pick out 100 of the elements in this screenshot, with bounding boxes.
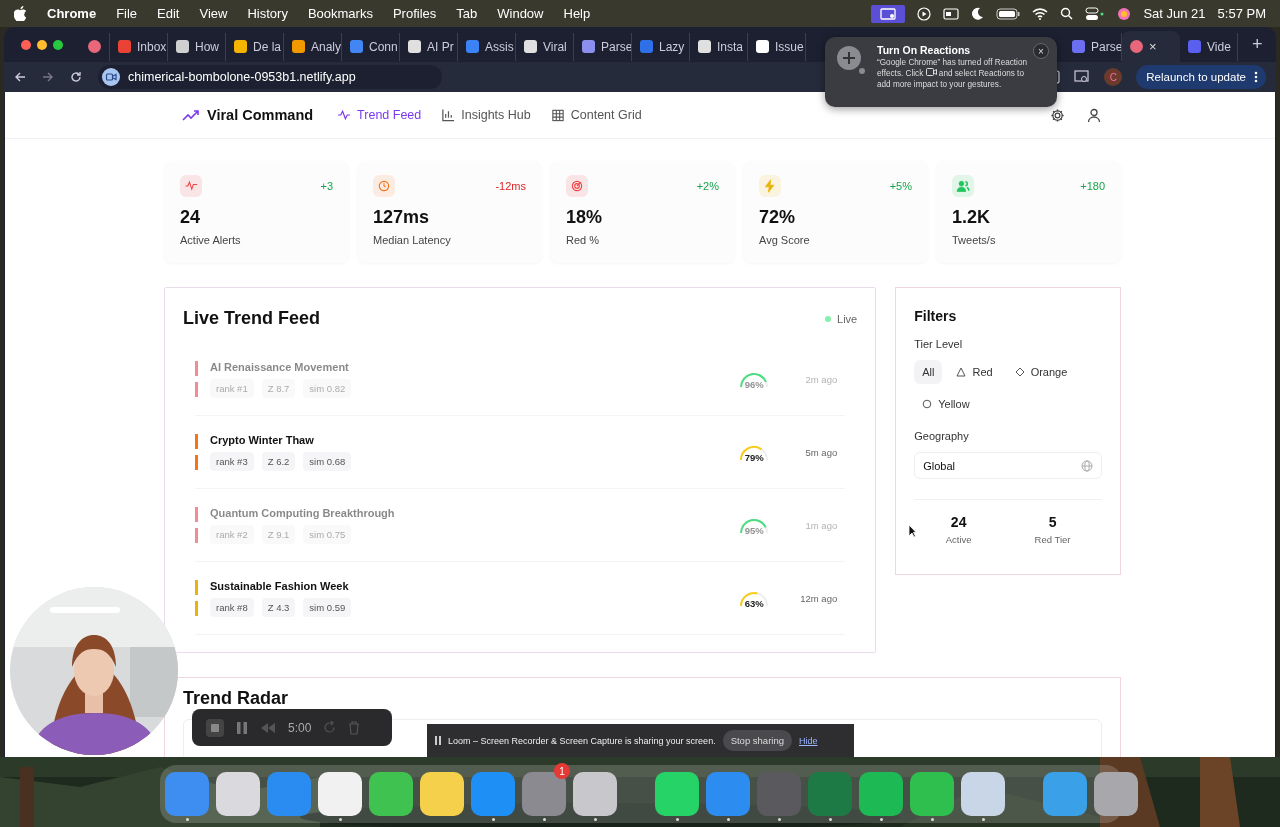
browser-tab[interactable]: Parse [574,32,632,61]
app-icon[interactable] [859,772,903,816]
wifi-icon[interactable] [1032,7,1049,20]
stat-delta: +2% [696,180,719,192]
browser-tab[interactable]: De la [226,32,284,61]
geography-select[interactable]: Global [914,452,1102,479]
settings-icon[interactable] [1049,107,1065,123]
nav-tab[interactable]: Trend Feed [337,108,422,122]
browser-tab[interactable]: Assis [458,32,516,61]
toggles-icon[interactable] [1085,6,1106,21]
score-percent: 79% [744,452,764,463]
stat-delta: +3 [320,180,333,192]
menu-item[interactable]: Bookmarks [307,6,373,21]
notification-text: “Google Chrome” has turned off Reaction effects. Click and select Reactions to add more impact to your gestures. [877,58,1029,90]
card-icon[interactable] [943,7,960,20]
reload-icon[interactable] [70,71,82,83]
app-icon[interactable] [1094,772,1138,816]
close-button[interactable]: × [1033,43,1049,59]
stat-delta: +5% [889,180,912,192]
browser-tab[interactable]: Vide [1180,32,1238,61]
user-icon[interactable] [1086,107,1101,123]
apple-logo-icon[interactable] [14,6,27,21]
browser-tab[interactable]: Analy [284,32,342,61]
search-icon[interactable] [1060,7,1074,20]
play-icon[interactable] [917,6,932,21]
menu-item[interactable]: Help [563,6,591,21]
stat-delta: +180 [1080,180,1105,192]
moon-icon[interactable] [971,7,985,20]
nav-tab[interactable]: Insights Hub [441,108,531,122]
app-icon[interactable] [1043,772,1087,816]
browser-tab[interactable]: Insta [690,32,748,61]
app-icon[interactable] [369,772,413,816]
tier-chip[interactable]: All [914,360,943,384]
screen-search-icon[interactable] [1074,70,1091,84]
app-icon[interactable] [655,772,699,816]
notification-title: Turn On Reactions [877,44,972,56]
tier-chip[interactable]: Orange [1006,360,1076,384]
app-icon[interactable] [573,772,617,816]
app-icon[interactable] [318,772,362,816]
stat-label: Tweets/s [952,234,997,246]
sharing-message: Loom – Screen Recorder & Screen Capture is sharing your screen. [448,735,716,746]
brand-name: Viral Command [207,107,314,123]
tier-chip[interactable]: Yellow [914,392,978,416]
score-percent: 96% [744,379,764,390]
browser-tab[interactable]: Lazy [632,32,690,61]
stat-value: 72% [759,207,797,228]
stop-sharing-button[interactable]: Stop sharing [722,730,792,751]
browser-tab[interactable]: How [168,32,226,61]
trend-title[interactable]: Quantum Computing Breakthrough [210,506,726,519]
browser-tab[interactable]: × [1122,31,1180,62]
app-icon[interactable] [216,772,260,816]
cursor-icon [908,524,917,538]
nav-tab[interactable]: Content Grid [550,108,642,122]
battery-icon[interactable] [996,7,1021,20]
hide-link[interactable]: Hide [799,735,818,746]
stat-delta: -12ms [495,180,526,192]
stop-icon[interactable] [206,718,224,737]
pulse-icon [337,108,352,122]
live-status: Live [837,312,858,325]
browser-tab[interactable]: Viral [516,32,574,61]
metric-tag: Z 8.7 [261,378,296,398]
new-tab-button[interactable]: + [1252,34,1263,55]
menu-item[interactable]: Chrome [47,6,97,21]
forward-icon[interactable] [42,71,54,83]
browser-tab[interactable]: Issue [748,32,806,61]
browser-tab[interactable]: Conn [342,32,400,61]
address-bar[interactable]: chimerical-bombolone-0953b1.netlify.app [98,65,442,89]
trend-title[interactable]: AI Renaissance Movement [210,360,726,373]
grid-icon [550,108,565,122]
menu-item[interactable]: File [116,6,138,21]
trend-title[interactable]: Sustainable Fashion Week [210,579,726,592]
metric-tag: Z 9.1 [261,524,296,544]
panel-title: Live Trend Feed [183,308,321,329]
menu-item[interactable]: Edit [157,6,180,21]
browser-tab[interactable]: Inbox [110,32,168,61]
stat-label: Avg Score [759,234,811,246]
app-icon[interactable] [420,772,464,816]
browser-tab[interactable]: AI Pr [400,32,458,61]
score-percent: 95% [744,525,764,536]
menu-item[interactable]: Tab [456,6,478,21]
pause-icon[interactable] [236,720,248,735]
menu-item[interactable]: History [247,6,288,21]
recording-timer: 5:00 [288,720,312,735]
app-icon[interactable] [961,772,1005,816]
close-tab-button[interactable]: × [1149,39,1157,54]
menu-item[interactable]: View [199,6,228,21]
menu-item[interactable]: Window [497,6,544,21]
menu-item[interactable]: Profiles [392,6,437,21]
trend-title[interactable]: Crypto Winter Thaw [210,433,726,446]
app-icon[interactable] [910,772,954,816]
camera-icon [102,68,120,86]
screen-share-icon[interactable] [871,4,906,23]
restart-icon[interactable] [323,721,337,734]
relaunch-button[interactable]: Relaunch to update [1136,65,1266,89]
metric-tag: sim 0.75 [303,524,352,544]
back-icon[interactable] [14,71,26,83]
stat-label: Red % [566,234,601,246]
tier-chip[interactable]: Red [948,360,1001,384]
triangle-icon [956,367,967,377]
color-circle-icon[interactable] [1117,6,1132,21]
